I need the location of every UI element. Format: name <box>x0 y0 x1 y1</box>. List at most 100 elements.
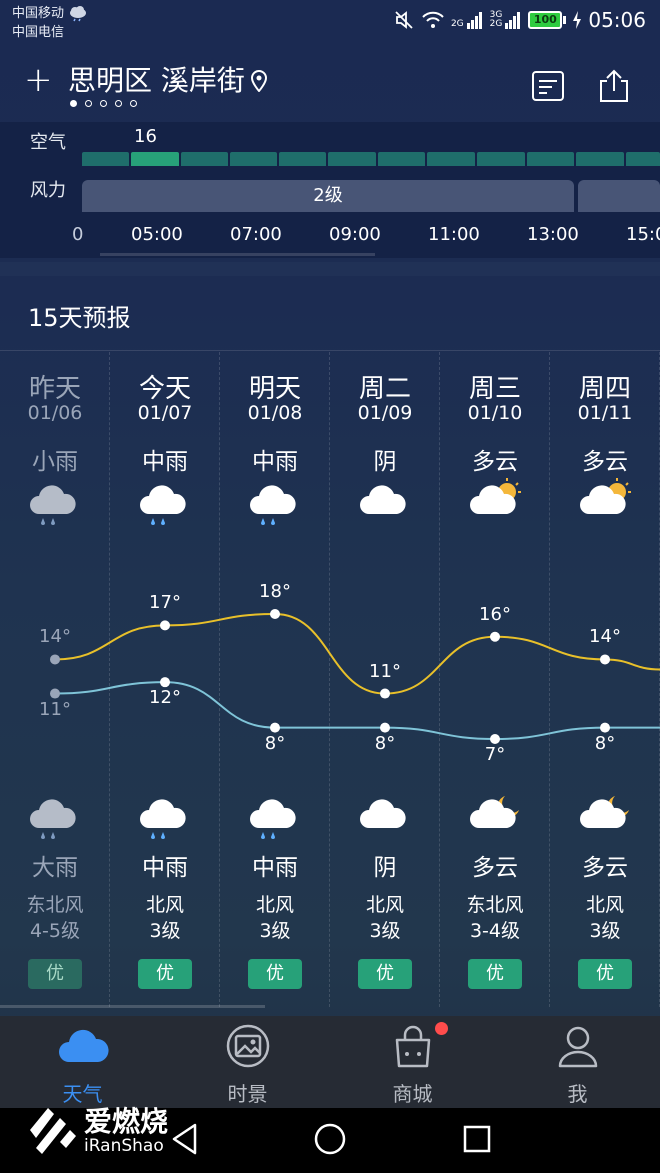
wind-direction: 北风 <box>145 894 184 916</box>
page-dot <box>85 100 92 107</box>
wind-level: 3级 <box>149 920 181 942</box>
aqi-bar <box>378 152 425 166</box>
low-temp-point <box>490 734 500 744</box>
aqi-badge[interactable]: 优 <box>138 959 192 989</box>
low-temp-point <box>270 722 280 733</box>
forecast-scrollbar <box>0 1005 265 1008</box>
high-temp-point <box>380 688 390 699</box>
page-dot <box>115 100 122 107</box>
wind-direction: 北风 <box>365 894 404 916</box>
high-temp-label: 14° <box>39 626 71 648</box>
tab-weather[interactable]: 天气 <box>0 1016 165 1108</box>
wind-info: 东北风 3-4级 <box>440 892 550 944</box>
location-name: 思明区 溪岸街 <box>68 64 245 97</box>
wind-value: 2级 <box>313 185 343 206</box>
aqi-badge[interactable]: 优 <box>248 959 302 989</box>
wind-info: 北风 3级 <box>220 892 330 944</box>
tab-label: 我 <box>567 1082 588 1106</box>
aqi-bar <box>626 152 660 166</box>
night-weather: 阴 <box>373 855 397 881</box>
recents-icon[interactable] <box>462 1122 492 1156</box>
low-temp-point <box>50 688 60 699</box>
tab-me[interactable]: 我 <box>495 1016 660 1108</box>
aqi-badge[interactable]: 优 <box>28 959 82 989</box>
home-icon[interactable] <box>313 1122 347 1156</box>
forecast-divider <box>0 350 660 351</box>
wind-level: 3级 <box>259 920 291 942</box>
battery-icon: 100 <box>528 11 567 29</box>
low-temp-point <box>600 722 610 733</box>
hourly-forecast[interactable]: 空气 16 风力 2级 0 05:00 07:00 09:00 11:00 13… <box>0 122 660 258</box>
tab-shop[interactable]: 商城 <box>330 1016 495 1108</box>
wind-direction: 东北风 <box>26 894 84 916</box>
share-icon[interactable] <box>596 68 632 104</box>
tab-label: 时景 <box>227 1082 268 1106</box>
wind-bar <box>578 180 660 212</box>
wind-level: 3-4级 <box>469 920 521 942</box>
high-temp-point <box>270 609 280 619</box>
list-icon[interactable] <box>530 68 566 104</box>
wind-direction: 北风 <box>585 894 624 916</box>
air-value: 16 <box>134 126 157 147</box>
carrier-1-label: 中国移动 <box>12 6 65 21</box>
high-temp-point <box>490 631 500 642</box>
wind-label: 风力 <box>30 180 66 201</box>
night-weather-icon <box>440 792 550 840</box>
aqi-badge[interactable]: 优 <box>578 959 632 989</box>
wind-level: 3级 <box>589 920 621 942</box>
hour-label: 07:00 <box>230 224 282 245</box>
logo-icon <box>30 1108 76 1154</box>
high-temp-label: 18° <box>259 581 291 602</box>
network-1-label: 2G <box>450 19 464 29</box>
low-temp-label: 8° <box>374 732 396 754</box>
hour-label: 09:00 <box>329 224 381 245</box>
tab-bar: 天气 时景 商城 我 <box>0 1016 660 1108</box>
high-temp-line <box>54 612 660 695</box>
high-temp-label: 16° <box>479 603 511 625</box>
user-icon <box>558 1026 598 1068</box>
night-weather: 中雨 <box>252 855 298 881</box>
page-indicator <box>70 100 137 107</box>
tab-scenes[interactable]: 时景 <box>165 1016 330 1108</box>
hour-label: 0 <box>72 224 84 245</box>
watermark: 爱燃烧 iRanShao <box>26 1100 186 1160</box>
low-temp-label: 8° <box>594 732 616 754</box>
aqi-bar <box>82 152 129 166</box>
tab-label: 商城 <box>392 1082 433 1106</box>
aqi-bar <box>527 152 574 166</box>
aqi-bar <box>181 152 228 166</box>
shopping-bag-icon <box>395 1025 431 1068</box>
cloud-icon <box>360 799 406 828</box>
add-city-button[interactable]: + <box>24 60 53 100</box>
section-divider <box>0 262 660 276</box>
night-weather: 中雨 <box>142 855 188 881</box>
wind-level: 3级 <box>369 920 401 942</box>
aqi-bar <box>328 152 376 166</box>
aqi-bar <box>131 152 179 166</box>
aqi-badge[interactable]: 优 <box>358 959 412 989</box>
page-dot <box>100 100 107 107</box>
moon-cloud-icon <box>470 796 519 828</box>
page-dot <box>130 100 137 107</box>
cloud-icon <box>59 1029 109 1062</box>
weather-rain-icon <box>70 5 87 21</box>
wind-info: 北风 3级 <box>550 892 660 944</box>
rain-cloud-icon <box>30 799 76 839</box>
location-title[interactable]: 思明区 溪岸街 <box>68 64 267 98</box>
night-weather: 多云 <box>582 855 628 881</box>
photo-icon <box>226 1024 270 1068</box>
rain-cloud-icon <box>250 799 296 839</box>
carrier-2-label: 中国电信 <box>12 25 65 40</box>
aqi-bar <box>230 152 277 166</box>
status-icons: 2G 3G 2G 100 05:06 <box>393 8 646 32</box>
signal-2-icon: 3G 2G <box>490 11 523 29</box>
wifi-icon <box>422 11 444 28</box>
low-temp-point <box>380 722 390 733</box>
wind-level: 4-5级 <box>29 920 81 942</box>
hourly-scrollbar <box>100 253 375 256</box>
aqi-badge[interactable]: 优 <box>468 959 522 989</box>
aqi-bar <box>279 152 326 166</box>
low-temp-label: 7° <box>484 744 506 765</box>
notification-badge <box>435 1022 448 1035</box>
low-temp-label: 11° <box>39 698 71 720</box>
